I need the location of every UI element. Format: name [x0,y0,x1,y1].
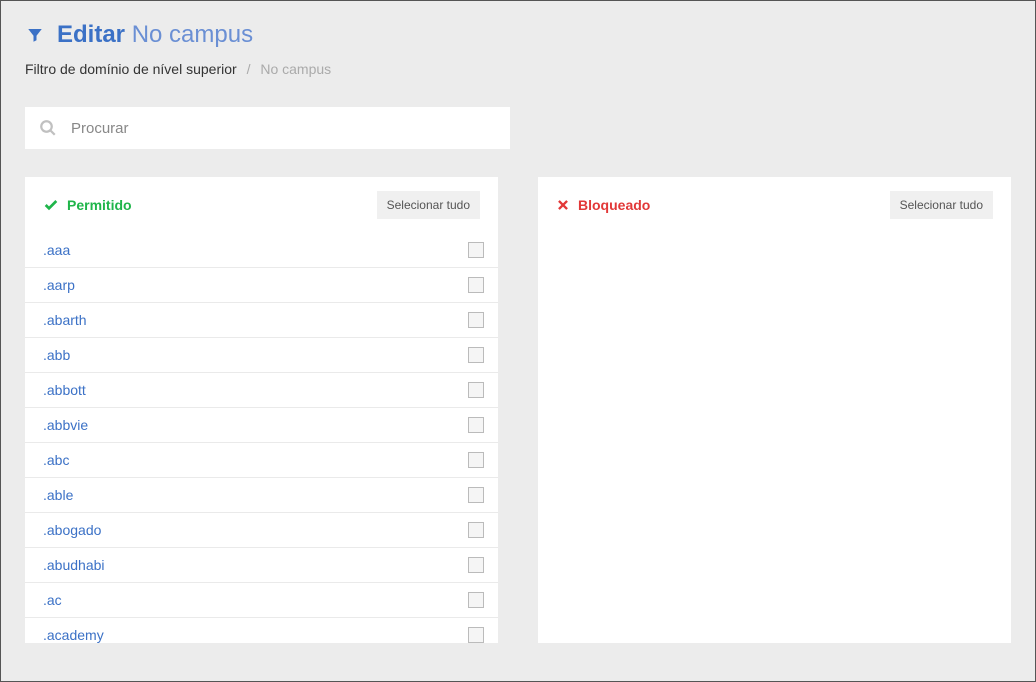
allowed-panel-title: Permitido [43,197,132,213]
domain-row: .abogado [25,513,498,548]
domain-name[interactable]: .ac [43,592,62,608]
domain-checkbox[interactable] [468,452,484,468]
breadcrumb-separator: / [247,61,251,77]
allowed-domain-list[interactable]: .aaa .aarp .abarth .abb .abbott .abbvie .abc .a… [25,233,498,643]
check-icon [43,197,59,213]
domain-name[interactable]: .able [43,487,73,503]
domain-name[interactable]: .abbott [43,382,86,398]
blocked-title-text: Bloqueado [578,197,650,213]
domain-name[interactable]: .abb [43,347,70,363]
domain-checkbox[interactable] [468,312,484,328]
breadcrumb: Filtro de domínio de nível superior / No… [25,61,1011,77]
domain-row: .abarth [25,303,498,338]
domain-row: .abc [25,443,498,478]
domain-row: .academy [25,618,498,643]
blocked-domain-list[interactable] [538,233,1011,643]
domain-name[interactable]: .aaa [43,242,70,258]
domain-name[interactable]: .aarp [43,277,75,293]
search-icon [39,119,57,137]
page-header: Editar No campus [25,21,1011,49]
domain-checkbox[interactable] [468,522,484,538]
domain-name[interactable]: .abudhabi [43,557,105,573]
domain-row: .abbott [25,373,498,408]
domain-checkbox[interactable] [468,347,484,363]
domain-row: .abbvie [25,408,498,443]
domain-row: .abudhabi [25,548,498,583]
blocked-select-all-button[interactable]: Selecionar tudo [890,191,993,219]
domain-name[interactable]: .abogado [43,522,101,538]
blocked-panel-title: Bloqueado [556,197,650,213]
allowed-select-all-button[interactable]: Selecionar tudo [377,191,480,219]
search-box[interactable] [25,107,510,149]
x-icon [556,198,570,212]
allowed-panel: Permitido Selecionar tudo .aaa .aarp .abar… [25,177,498,643]
domain-checkbox[interactable] [468,592,484,608]
domain-row: .aarp [25,268,498,303]
filter-icon [25,25,45,45]
domain-name[interactable]: .academy [43,627,104,643]
domain-name[interactable]: .abc [43,452,69,468]
domain-checkbox[interactable] [468,242,484,258]
domain-checkbox[interactable] [468,382,484,398]
breadcrumb-parent[interactable]: Filtro de domínio de nível superior [25,61,237,77]
domain-name[interactable]: .abarth [43,312,87,328]
domain-checkbox[interactable] [468,277,484,293]
breadcrumb-current: No campus [260,61,331,77]
domain-row: .aaa [25,233,498,268]
domain-checkbox[interactable] [468,417,484,433]
domain-row: .able [25,478,498,513]
domain-row: .abb [25,338,498,373]
allowed-title-text: Permitido [67,197,132,213]
domain-checkbox[interactable] [468,487,484,503]
title-action: Editar [57,21,125,48]
title-context: No campus [132,21,253,48]
domain-checkbox[interactable] [468,557,484,573]
search-input[interactable] [71,120,496,137]
domain-checkbox[interactable] [468,627,484,643]
domain-name[interactable]: .abbvie [43,417,88,433]
page-title: Editar No campus [57,21,253,49]
domain-row: .ac [25,583,498,618]
blocked-panel: Bloqueado Selecionar tudo [538,177,1011,643]
